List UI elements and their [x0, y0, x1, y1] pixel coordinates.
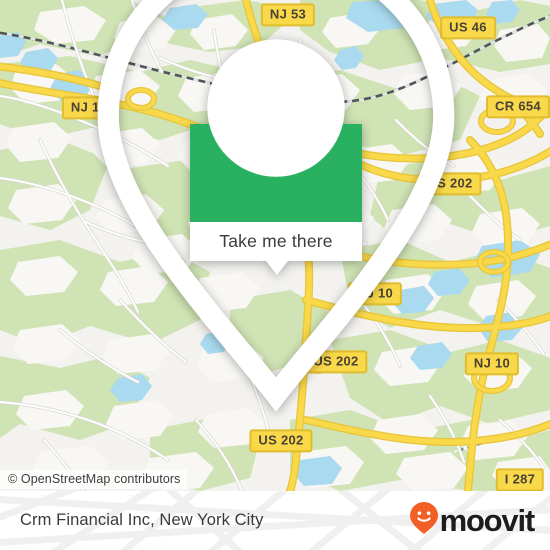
- moovit-brand-logo[interactable]: moovit: [409, 491, 536, 550]
- callout-image-panel: [97, 0, 455, 412]
- map-attribution[interactable]: © OpenStreetMap contributors: [0, 470, 187, 489]
- map-canvas[interactable]: NJ 53 US 46 NJ 10 CR 654 US 202 NJ 10 US 202 NJ…: [0, 0, 550, 491]
- footer-bar: Crm Financial Inc, New York City moovit: [0, 491, 550, 550]
- location-pin-icon: [1, 0, 550, 419]
- location-callout-card[interactable]: Take me there: [97, 0, 455, 412]
- moovit-wordmark: moovit: [439, 503, 536, 538]
- highway-shield: US 202: [249, 429, 313, 453]
- place-title: Crm Financial Inc, New York City: [20, 511, 264, 529]
- highway-shield: I 287: [495, 468, 545, 491]
- moovit-map-screenshot: NJ 53 US 46 NJ 10 CR 654 US 202 NJ 10 US 202 NJ…: [0, 0, 550, 550]
- callout-tail: [266, 261, 288, 275]
- moovit-smiley-pin-icon: [409, 501, 439, 540]
